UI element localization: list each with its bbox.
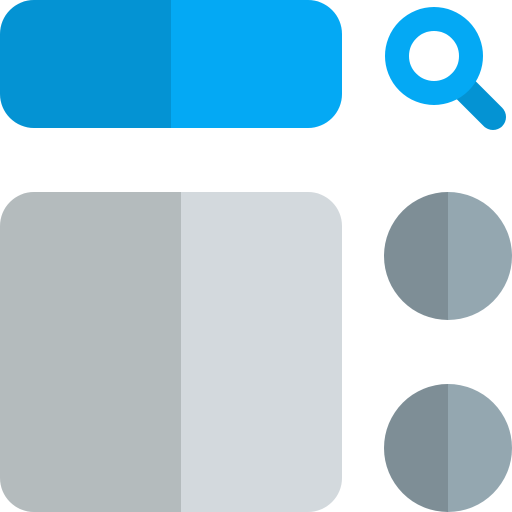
search-icon[interactable]: [385, 7, 506, 130]
illustration-canvas: [0, 0, 512, 512]
circle-icon-right-half: [448, 192, 512, 320]
content-panel-right-half: [181, 192, 342, 512]
content-panel-left-half: [0, 192, 181, 512]
search-bar-right-half: [171, 0, 342, 128]
circle-icon: [384, 384, 512, 512]
circle-icon-left-half: [384, 192, 448, 320]
search-bar-left-half: [0, 0, 171, 128]
search-bar[interactable]: [0, 0, 342, 128]
circle-icon: [384, 192, 512, 320]
circle-icon-left-half: [384, 384, 448, 512]
search-icon-lens-ring: [385, 7, 483, 105]
circle-icon-right-half: [448, 384, 512, 512]
search-layout-illustration: [0, 0, 512, 512]
content-panel: [0, 192, 342, 512]
